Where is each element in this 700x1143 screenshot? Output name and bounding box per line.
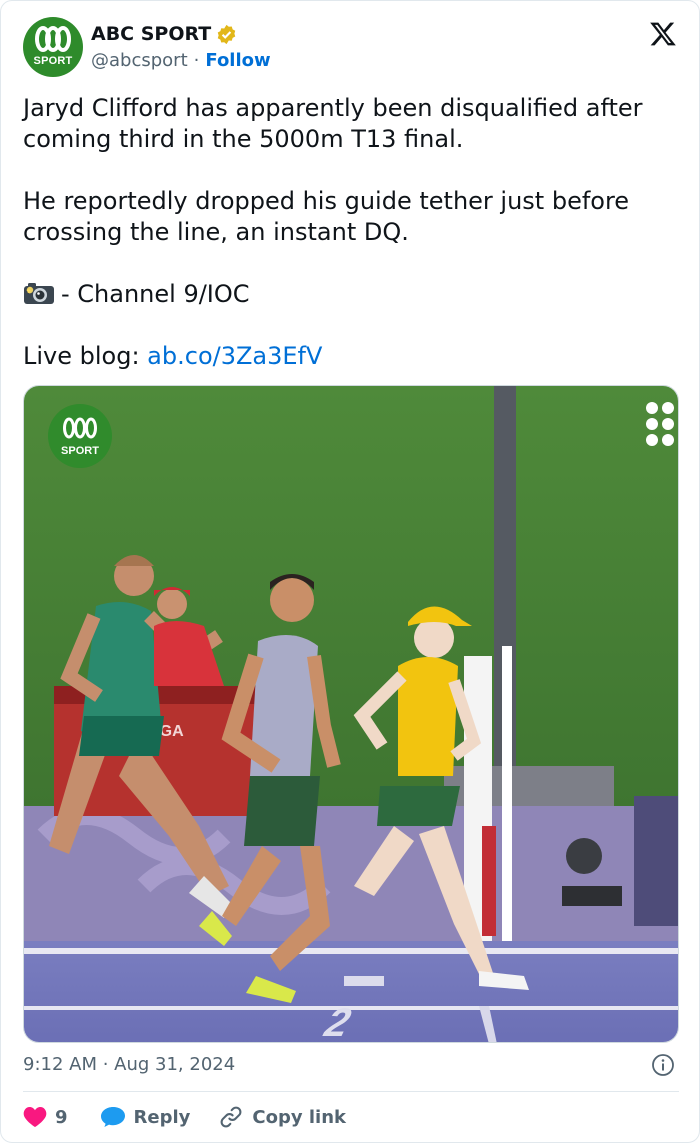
abc-sport-avatar[interactable]: SPORT bbox=[23, 17, 83, 77]
author-name[interactable]: ABC SPORT bbox=[91, 23, 211, 45]
tweet-actions: 9 Reply Copy link bbox=[23, 1101, 346, 1133]
copy-link-button[interactable]: Copy link bbox=[218, 1104, 346, 1130]
watermark-label: SPORT bbox=[61, 445, 99, 457]
camera-flash-emoji-icon bbox=[24, 283, 54, 304]
tweet-card: SPORT ABC SPORT @abcsport · Follow Jaryd… bbox=[0, 0, 700, 1143]
like-button[interactable]: 9 bbox=[23, 1106, 68, 1128]
tweet-photo[interactable]: EGA 2 SPORT bbox=[23, 385, 679, 1043]
race-photo-illustration: EGA 2 SPORT bbox=[24, 386, 678, 1042]
tweet-paragraph-1: Jaryd Clifford has apparently been disqu… bbox=[23, 94, 643, 153]
reply-button[interactable]: Reply bbox=[100, 1106, 191, 1128]
footer-divider bbox=[23, 1091, 679, 1092]
author-handle[interactable]: @abcsport bbox=[91, 50, 188, 71]
reply-label: Reply bbox=[133, 1106, 191, 1128]
live-blog-link[interactable]: ab.co/3Za3EfV bbox=[147, 342, 322, 370]
follow-button[interactable]: Follow bbox=[205, 50, 270, 71]
abc-sport-watermark: SPORT bbox=[48, 404, 112, 468]
separator-dot: · bbox=[193, 50, 200, 71]
tweet-credit-line: - Channel 9/IOC bbox=[23, 279, 683, 310]
live-blog-label: Live blog: bbox=[23, 342, 148, 370]
link-chain-icon bbox=[220, 1106, 242, 1128]
tweet-paragraph-2: He reportedly dropped his guide tether j… bbox=[23, 187, 630, 246]
author-name-row: ABC SPORT bbox=[91, 23, 237, 45]
verified-badge-icon bbox=[218, 24, 236, 44]
abc-logo-icon bbox=[35, 26, 71, 52]
tweet-timestamp[interactable]: 9:12 AM · Aug 31, 2024 bbox=[23, 1054, 235, 1075]
tweet-text: Jaryd Clifford has apparently been disqu… bbox=[23, 93, 683, 372]
author-handle-row: @abcsport · Follow bbox=[91, 50, 271, 71]
avatar-label: SPORT bbox=[33, 55, 73, 67]
like-count: 9 bbox=[55, 1106, 68, 1128]
x-logo-icon[interactable] bbox=[649, 20, 677, 48]
media-credit: - Channel 9/IOC bbox=[61, 280, 250, 308]
live-blog-line: Live blog: ab.co/3Za3EfV bbox=[23, 341, 683, 372]
reply-bubble-icon bbox=[100, 1107, 125, 1127]
heart-icon bbox=[23, 1107, 47, 1127]
info-icon[interactable] bbox=[651, 1053, 675, 1077]
copy-link-label: Copy link bbox=[252, 1106, 346, 1128]
